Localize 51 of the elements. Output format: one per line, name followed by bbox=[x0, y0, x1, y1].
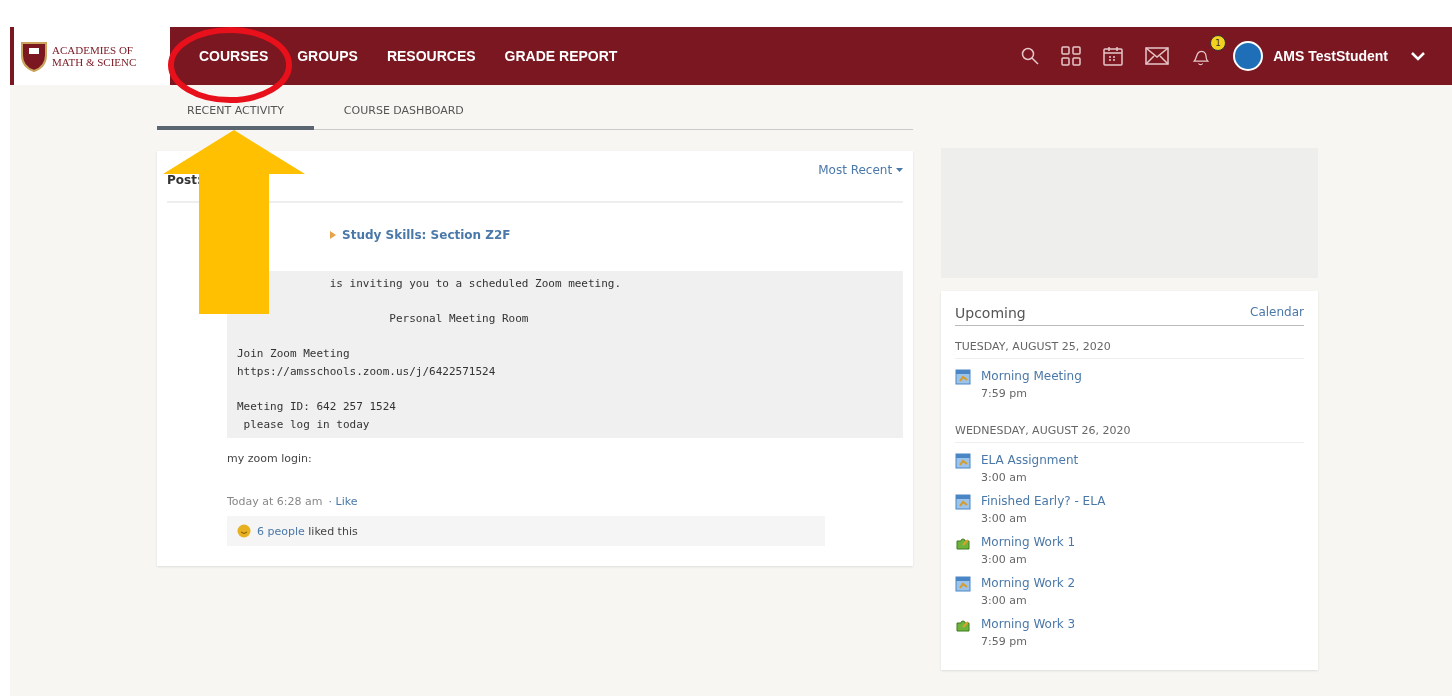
puzzle-icon bbox=[955, 535, 971, 551]
event-time: 7:59 pm bbox=[981, 635, 1028, 648]
mail-icon[interactable] bbox=[1145, 47, 1170, 65]
timestamp: Today at 6:28 am bbox=[227, 495, 323, 508]
smiley-icon bbox=[237, 524, 251, 538]
event-time: 3:00 am bbox=[981, 553, 1028, 566]
nav-link[interactable]: COURSES bbox=[199, 48, 269, 64]
like-link[interactable]: · Like bbox=[328, 495, 358, 508]
calendar-icon bbox=[955, 494, 971, 510]
calendar-icon bbox=[955, 369, 971, 385]
sort-dropdown[interactable]: Most Recent bbox=[818, 163, 903, 187]
course-link[interactable]: Study Skills: Section Z2F bbox=[342, 228, 511, 242]
event-link[interactable]: Morning Work 1 bbox=[981, 535, 1304, 551]
tab[interactable]: RECENT ACTIVITY bbox=[157, 104, 314, 130]
chevron-down-icon[interactable] bbox=[1410, 50, 1426, 62]
calendar-icon bbox=[955, 453, 971, 469]
triangle-right-icon bbox=[330, 231, 336, 239]
date-heading: TUESDAY, AUGUST 25, 2020 bbox=[955, 326, 1304, 359]
event-link[interactable]: Morning Meeting bbox=[981, 369, 1304, 385]
avatar-icon[interactable] bbox=[1233, 41, 1264, 71]
caret-icon bbox=[896, 168, 903, 173]
comment-text: my zoom login: bbox=[227, 452, 313, 465]
tab[interactable]: COURSE DASHBOARD bbox=[313, 104, 494, 130]
nav-link[interactable]: GROUPS bbox=[297, 48, 358, 64]
event-link[interactable]: Morning Work 3 bbox=[981, 617, 1304, 633]
event-time: 3:00 am bbox=[981, 512, 1028, 525]
post-label: Post: bbox=[167, 173, 202, 187]
nav-link[interactable]: RESOURCES bbox=[386, 48, 476, 64]
event-time: 3:00 am bbox=[981, 594, 1028, 607]
brand-name: ACADEMIES OF bbox=[52, 44, 134, 56]
brand-name: MATH & SCIENC bbox=[52, 56, 137, 68]
user-name[interactable]: AMS TestStudent bbox=[1273, 48, 1388, 64]
upcoming-title: Upcoming bbox=[955, 305, 1026, 321]
grid-icon[interactable] bbox=[1061, 46, 1082, 66]
post-body: is inviting you to a scheduled Zoom meeting. Personal Meeting Room Join Zoom Meeting https://amsschools.zoom.us/j/6422571524 Meeting ID: 642 257 1524 please log in today bbox=[227, 271, 903, 438]
event-time: 7:59 pm bbox=[981, 387, 1028, 400]
event-link[interactable]: Morning Work 2 bbox=[981, 576, 1304, 592]
people-link[interactable]: 6 people bbox=[257, 524, 305, 538]
calendar-icon[interactable] bbox=[1103, 46, 1124, 66]
notification-badge: 1 bbox=[1210, 35, 1227, 51]
event-time: 3:00 am bbox=[981, 471, 1028, 484]
likes-text: 6 people liked this bbox=[257, 524, 358, 538]
event-link[interactable]: Finished Early? - ELA bbox=[981, 494, 1304, 510]
calendar-link[interactable]: Calendar bbox=[1250, 305, 1304, 321]
date-heading: WEDNESDAY, AUGUST 26, 2020 bbox=[955, 410, 1304, 443]
search-icon[interactable] bbox=[1021, 47, 1040, 65]
event-link[interactable]: ELA Assignment bbox=[981, 453, 1304, 469]
nav-link[interactable]: GRADE REPORT bbox=[504, 48, 618, 64]
calendar-icon bbox=[955, 576, 971, 592]
puzzle-icon bbox=[955, 617, 971, 633]
shield-logo-icon bbox=[20, 40, 48, 72]
